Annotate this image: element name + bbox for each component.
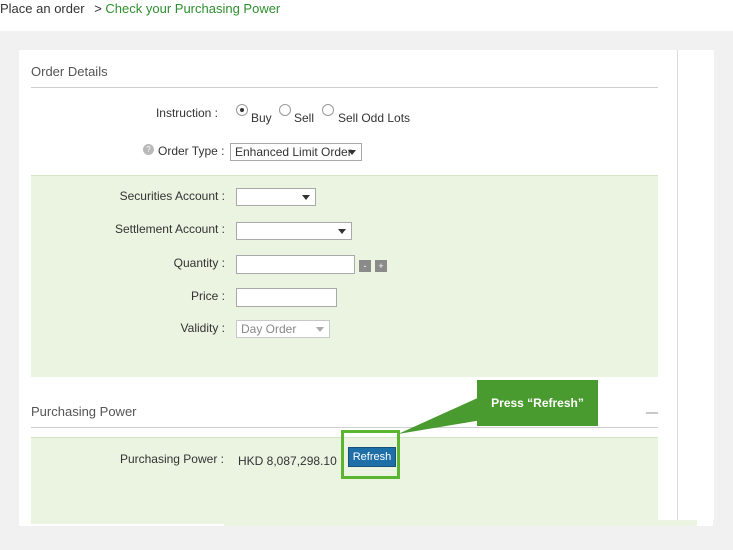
callout-text: Press “Refresh” [491,396,584,410]
refresh-button[interactable]: Refresh [348,447,396,467]
callout-box: Press “Refresh” [477,380,598,426]
callout-arrow [398,396,482,434]
